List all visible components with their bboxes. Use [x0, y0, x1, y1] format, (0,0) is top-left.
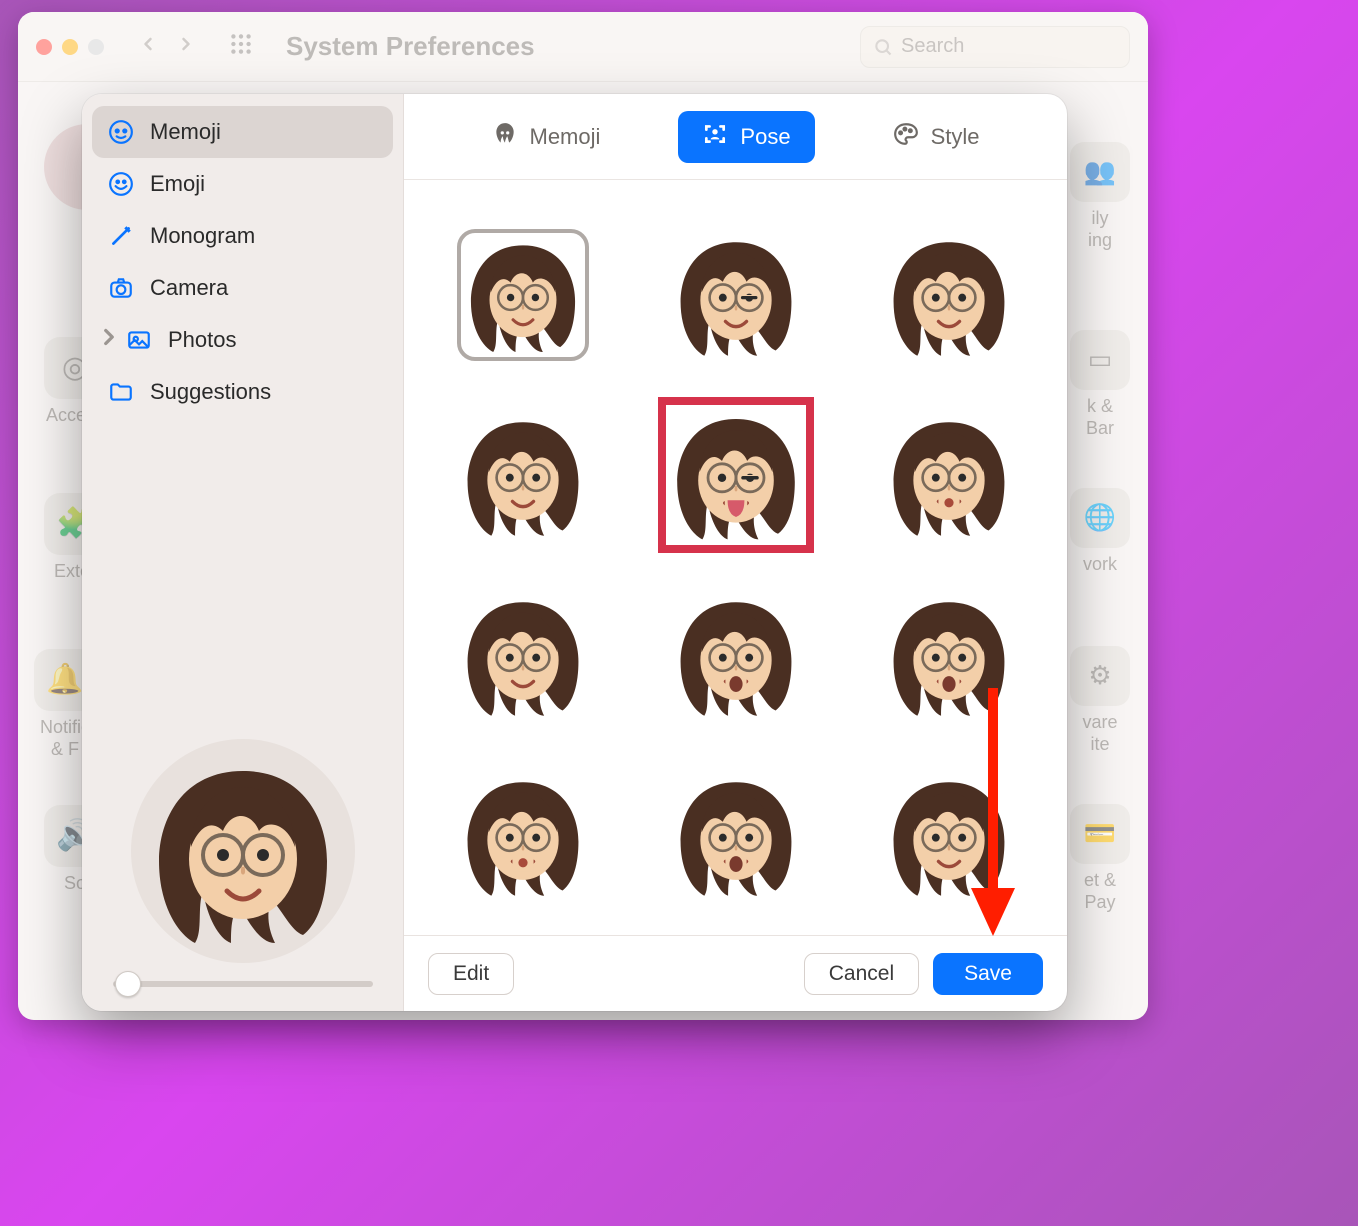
- sidebar-item-camera[interactable]: Camera: [92, 262, 393, 314]
- tab-style[interactable]: Style: [869, 111, 1004, 163]
- sidebar-item-photos[interactable]: Photos: [92, 314, 393, 366]
- sidebar-item-label: Emoji: [150, 171, 205, 197]
- pose-option[interactable]: [457, 769, 589, 901]
- pose-option[interactable]: [670, 589, 802, 721]
- sidebar-item-label: Camera: [150, 275, 228, 301]
- sidebar-item-monogram[interactable]: Monogram: [92, 210, 393, 262]
- memoji-icon: [108, 119, 134, 145]
- sidebar-item-label: Suggestions: [150, 379, 271, 405]
- sidebar-item-emoji[interactable]: Emoji: [92, 158, 393, 210]
- sidebar-item-label: Monogram: [150, 223, 255, 249]
- pose-option[interactable]: [457, 409, 589, 541]
- palette-icon: [893, 121, 919, 153]
- cancel-button[interactable]: Cancel: [804, 953, 919, 995]
- camera-icon: [108, 275, 134, 301]
- emoji-icon: [108, 171, 134, 197]
- tab-label: Pose: [740, 124, 790, 150]
- pose-option[interactable]: [666, 405, 806, 545]
- tab-label: Style: [931, 124, 980, 150]
- pose-option[interactable]: [883, 229, 1015, 361]
- memoji-head-icon: [492, 121, 518, 153]
- monogram-icon: [108, 223, 134, 249]
- folder-icon: [108, 379, 134, 405]
- tab-memoji[interactable]: Memoji: [468, 111, 625, 163]
- pose-option[interactable]: [457, 229, 589, 361]
- avatar-picker-modal: Memoji Emoji Monogram Camera: [82, 94, 1067, 1011]
- sidebar-item-label: Photos: [168, 327, 237, 353]
- avatar-source-sidebar: Memoji Emoji Monogram Camera: [82, 94, 404, 1011]
- edit-button[interactable]: Edit: [428, 953, 514, 995]
- annotation-arrow: [963, 688, 1023, 948]
- chevron-right-icon: [96, 324, 110, 356]
- tab-pose[interactable]: Pose: [678, 111, 814, 163]
- photos-icon: [126, 327, 152, 353]
- pose-frame-icon: [702, 121, 728, 153]
- zoom-slider[interactable]: [113, 981, 373, 987]
- tab-label: Memoji: [530, 124, 601, 150]
- sidebar-item-memoji[interactable]: Memoji: [92, 106, 393, 158]
- pose-option[interactable]: [883, 409, 1015, 541]
- tab-bar: Memoji Pose Style: [404, 94, 1067, 180]
- pose-option[interactable]: [670, 229, 802, 361]
- sidebar-item-label: Memoji: [150, 119, 221, 145]
- sidebar-item-suggestions[interactable]: Suggestions: [92, 366, 393, 418]
- avatar-preview: [131, 739, 355, 963]
- pose-option[interactable]: [457, 589, 589, 721]
- save-button[interactable]: Save: [933, 953, 1043, 995]
- pose-option[interactable]: [670, 769, 802, 901]
